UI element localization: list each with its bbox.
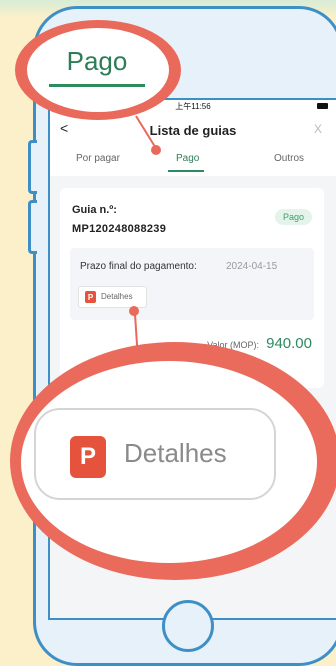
detalhes-zoom-button: P Detalhes [34,408,276,500]
pago-zoom-label: Pago [66,46,128,76]
document-icon-large: P [70,436,106,478]
pago-zoom-inner: Pago [27,28,169,112]
pago-zoom-underline [49,84,145,87]
bottom-callout-marker [129,306,139,316]
detalhes-zoom-label: Detalhes [124,438,227,468]
top-callout-marker [151,145,161,155]
pago-zoom-callout: Pago [15,20,181,120]
